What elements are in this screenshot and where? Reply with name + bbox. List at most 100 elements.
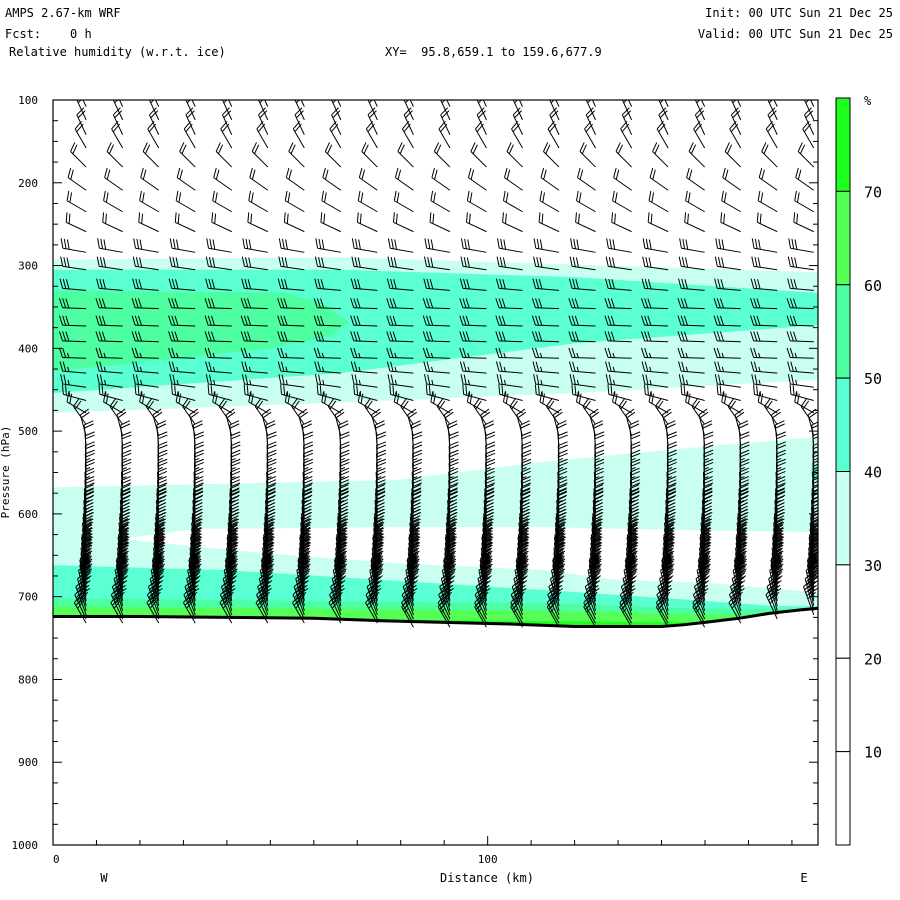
wind-barb	[429, 212, 451, 233]
barb-staff	[139, 200, 159, 213]
wind-barb	[176, 167, 196, 191]
barb-staff	[540, 177, 560, 191]
wind-barb	[547, 120, 560, 149]
barb-feather	[594, 431, 605, 437]
barb-feather	[485, 461, 496, 467]
barb-feather	[78, 83, 85, 90]
barb-feather	[485, 444, 496, 450]
barb-staff	[466, 221, 487, 233]
barb-feather	[505, 192, 509, 203]
barb-feather	[594, 444, 605, 450]
wind-barb	[549, 100, 560, 121]
barb-staff	[611, 221, 632, 233]
wind-barb	[65, 212, 87, 233]
barb-feather	[441, 80, 448, 87]
barb-feather	[85, 441, 95, 447]
barb-feather	[449, 461, 459, 467]
barb-feather	[230, 452, 241, 458]
wind-barb	[476, 100, 487, 121]
barb-feather	[339, 434, 350, 440]
barb-feather	[576, 190, 579, 201]
barb-feather	[412, 452, 423, 458]
wind-barb	[220, 120, 233, 149]
barb-feather	[412, 431, 423, 437]
barb-feather	[376, 452, 387, 458]
barb-feather	[376, 461, 387, 467]
barb-staff	[649, 177, 669, 191]
wind-barb	[686, 167, 705, 191]
barb-feather	[260, 83, 267, 90]
wind-barb	[97, 238, 123, 253]
barb-feather	[549, 100, 551, 101]
barb-staff	[470, 151, 487, 168]
barb-feather	[412, 434, 423, 440]
wind-barb	[585, 100, 596, 121]
barb-feather	[541, 213, 544, 224]
barb-staff	[286, 177, 305, 191]
barb-staff	[652, 151, 669, 168]
barb-feather	[579, 169, 584, 180]
barb-feather	[630, 441, 641, 447]
barb-feather	[339, 431, 350, 437]
barb-feather	[485, 452, 496, 458]
barb-feather	[266, 434, 277, 440]
wind-barb	[613, 167, 632, 191]
wind-barb	[612, 190, 632, 213]
barb-feather	[85, 449, 95, 455]
barb-feather	[485, 431, 496, 437]
barb-feather	[194, 449, 204, 455]
barb-feather	[470, 169, 475, 180]
barb-feather	[178, 192, 182, 203]
barb-feather	[630, 431, 641, 437]
barb-feather	[230, 444, 241, 450]
barb-feather	[449, 444, 459, 450]
barb-staff	[615, 151, 632, 168]
barb-feather	[259, 80, 266, 87]
barb-feather	[339, 444, 350, 450]
barb-feather	[703, 434, 714, 440]
barb-feather	[67, 167, 72, 178]
barb-feather	[521, 452, 532, 458]
barb-feather	[213, 167, 217, 178]
barb-feather	[303, 441, 314, 447]
wind-barb	[361, 142, 378, 168]
barb-feather	[157, 434, 168, 440]
barb-feather	[412, 444, 423, 450]
wind-barb	[497, 238, 523, 253]
barb-feather	[695, 100, 696, 101]
wind-barb	[367, 100, 378, 121]
barb-feather	[376, 434, 387, 440]
barb-feather	[542, 393, 545, 404]
barb-feather	[667, 441, 677, 447]
barb-feather	[460, 238, 464, 249]
barb-feather	[230, 431, 241, 437]
barb-feather	[285, 167, 290, 178]
wind-barb	[392, 212, 414, 233]
barb-feather	[695, 80, 702, 87]
barb-feather	[543, 169, 547, 180]
barb-feather	[578, 213, 580, 224]
barb-feather	[703, 441, 714, 447]
barb-staff	[357, 221, 378, 233]
wind-barb	[606, 238, 632, 253]
barb-staff	[685, 200, 705, 213]
barb-staff	[681, 247, 705, 253]
barb-feather	[440, 100, 442, 101]
barb-feather	[624, 83, 631, 90]
barb-feather	[251, 192, 254, 203]
barb-feather	[295, 100, 296, 101]
barb-feather	[376, 449, 386, 455]
barb-feather	[176, 239, 179, 250]
barb-feather	[645, 256, 649, 267]
barb-feather	[287, 192, 291, 203]
barb-staff	[135, 247, 159, 253]
wind-barb	[424, 238, 451, 253]
barb-feather	[645, 238, 649, 249]
barb-feather	[594, 434, 605, 440]
wind-barb	[539, 190, 560, 213]
barb-feather	[278, 238, 282, 249]
barb-feather	[682, 238, 686, 249]
wind-barb	[511, 120, 523, 149]
barb-feather	[697, 83, 704, 90]
barb-staff	[284, 221, 305, 233]
